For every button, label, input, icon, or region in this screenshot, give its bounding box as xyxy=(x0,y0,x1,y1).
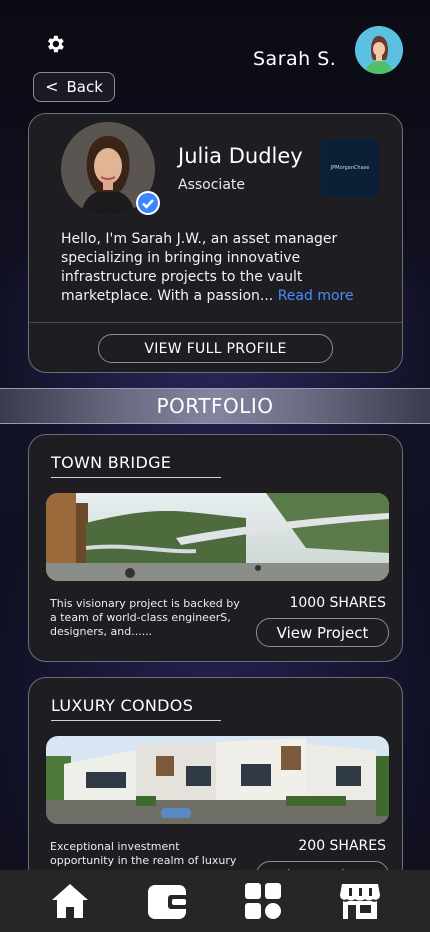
project-shares: 200 SHARES xyxy=(298,838,386,854)
view-full-profile-button[interactable]: VIEW FULL PROFILE xyxy=(98,334,333,363)
chevron-left-icon: < xyxy=(45,77,59,96)
apps-icon xyxy=(245,883,282,919)
project-title: TOWN BRIDGE xyxy=(51,453,172,472)
view-project-button[interactable]: View Project xyxy=(256,618,389,647)
profile-card: Julia Dudley Associate JPMorganChase Hel… xyxy=(28,113,403,373)
profile-title: Associate xyxy=(178,177,245,193)
project-title: LUXURY CONDOS xyxy=(51,696,194,715)
wallet-icon xyxy=(147,885,188,919)
back-label: Back xyxy=(66,78,103,96)
company-logo: JPMorganChase xyxy=(321,139,379,197)
project-image[interactable] xyxy=(46,493,389,581)
tab-home[interactable] xyxy=(48,879,92,923)
divider xyxy=(51,720,221,721)
project-description: This visionary project is backed by a te… xyxy=(50,597,240,638)
store-icon xyxy=(339,884,380,919)
profile-name: Julia Dudley xyxy=(178,144,303,168)
home-icon xyxy=(52,884,89,918)
user-name: Sarah S. xyxy=(253,48,337,70)
verified-badge-icon xyxy=(136,191,160,215)
avatar[interactable] xyxy=(355,26,403,74)
project-image[interactable] xyxy=(46,736,389,824)
portfolio-heading: PORTFOLIO xyxy=(0,388,430,424)
profile-bio: Hello, I'm Sarah J.W., an asset manager … xyxy=(61,230,381,306)
project-shares: 1000 SHARES xyxy=(289,595,386,611)
tab-store[interactable] xyxy=(338,879,382,923)
divider xyxy=(29,322,402,323)
bottom-tab-bar xyxy=(0,870,430,932)
divider xyxy=(51,477,221,478)
gear-icon[interactable] xyxy=(44,33,66,55)
tab-apps[interactable] xyxy=(241,879,285,923)
back-button[interactable]: < Back xyxy=(33,72,115,102)
read-more-link[interactable]: Read more xyxy=(278,288,354,304)
project-card: TOWN BRIDGE This visionary project is ba… xyxy=(28,434,403,662)
tab-wallet[interactable] xyxy=(145,879,189,923)
